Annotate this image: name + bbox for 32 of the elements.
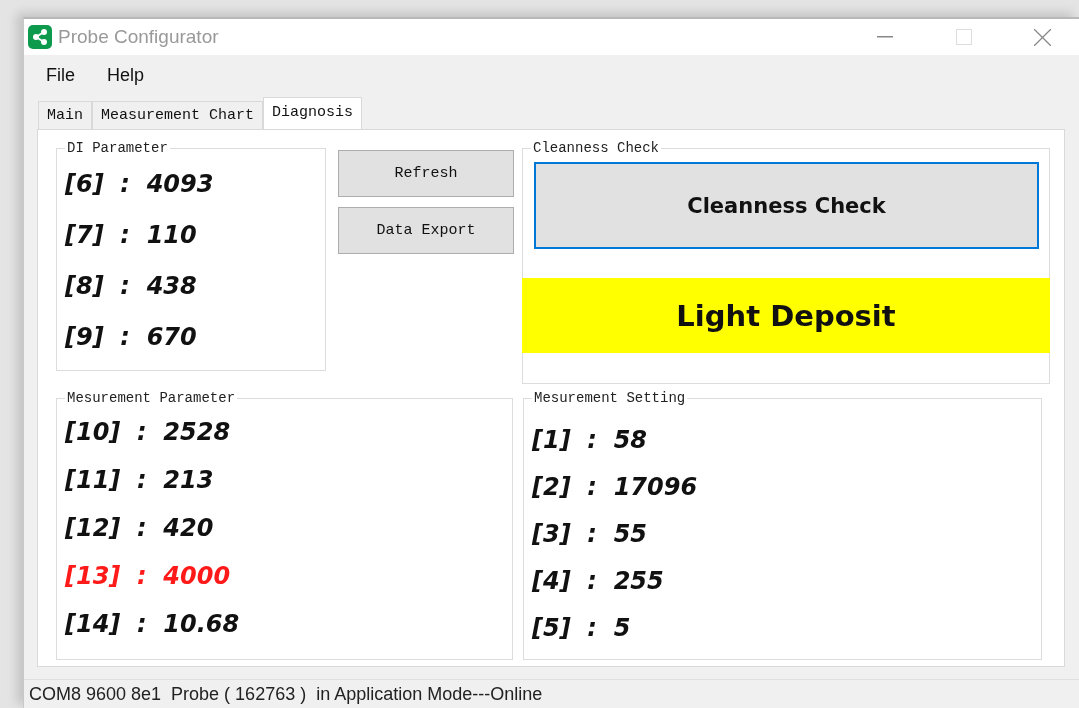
group-title: DI Parameter [66,140,169,156]
group-title: Mesurement Parameter [66,390,237,406]
parameter-value: [13] : 4000 [65,561,232,592]
result-banner: Light Deposit [522,278,1050,353]
parameter-value: [12] : 420 [65,513,215,544]
menu-item[interactable]: File [46,64,89,86]
parameter-value: [2] : 17096 [532,471,699,503]
parameter-value: [6] : 4093 [65,168,215,200]
action-button[interactable]: Refresh [338,150,514,197]
parameter-value: [10] : 2528 [65,417,232,448]
parameter-value: [1] : 58 [532,424,649,456]
parameter-value: [8] : 438 [65,270,198,302]
tab[interactable]: Measurement Chart [92,101,264,129]
parameter-value: [4] : 255 [532,565,665,597]
window-title: Probe Configurator [58,26,220,48]
tab[interactable]: Diagnosis [263,97,363,129]
group-title: Mesurement Setting [533,390,687,406]
parameter-value: [11] : 213 [65,465,215,496]
minimize-icon[interactable] [876,36,893,38]
parameter-value: [5] : 5 [532,612,632,644]
cleanness-check-button[interactable]: Cleanness Check [534,162,1039,249]
parameter-value: [7] : 110 [65,219,198,251]
tab[interactable]: Main [38,101,92,129]
status-text: COM8 9600 8e1 Probe ( 162763 ) in Application Mode---Online [29,683,543,705]
parameter-value: [9] : 670 [65,321,198,353]
action-button[interactable]: Data Export [338,207,514,254]
group-title: Cleanness Check [532,140,661,156]
app-icon [28,25,52,49]
close-icon[interactable] [1034,28,1051,46]
parameter-value: [14] : 10.68 [65,609,241,640]
parameter-value: [3] : 55 [532,518,649,550]
menu-item[interactable]: Help [107,64,159,86]
